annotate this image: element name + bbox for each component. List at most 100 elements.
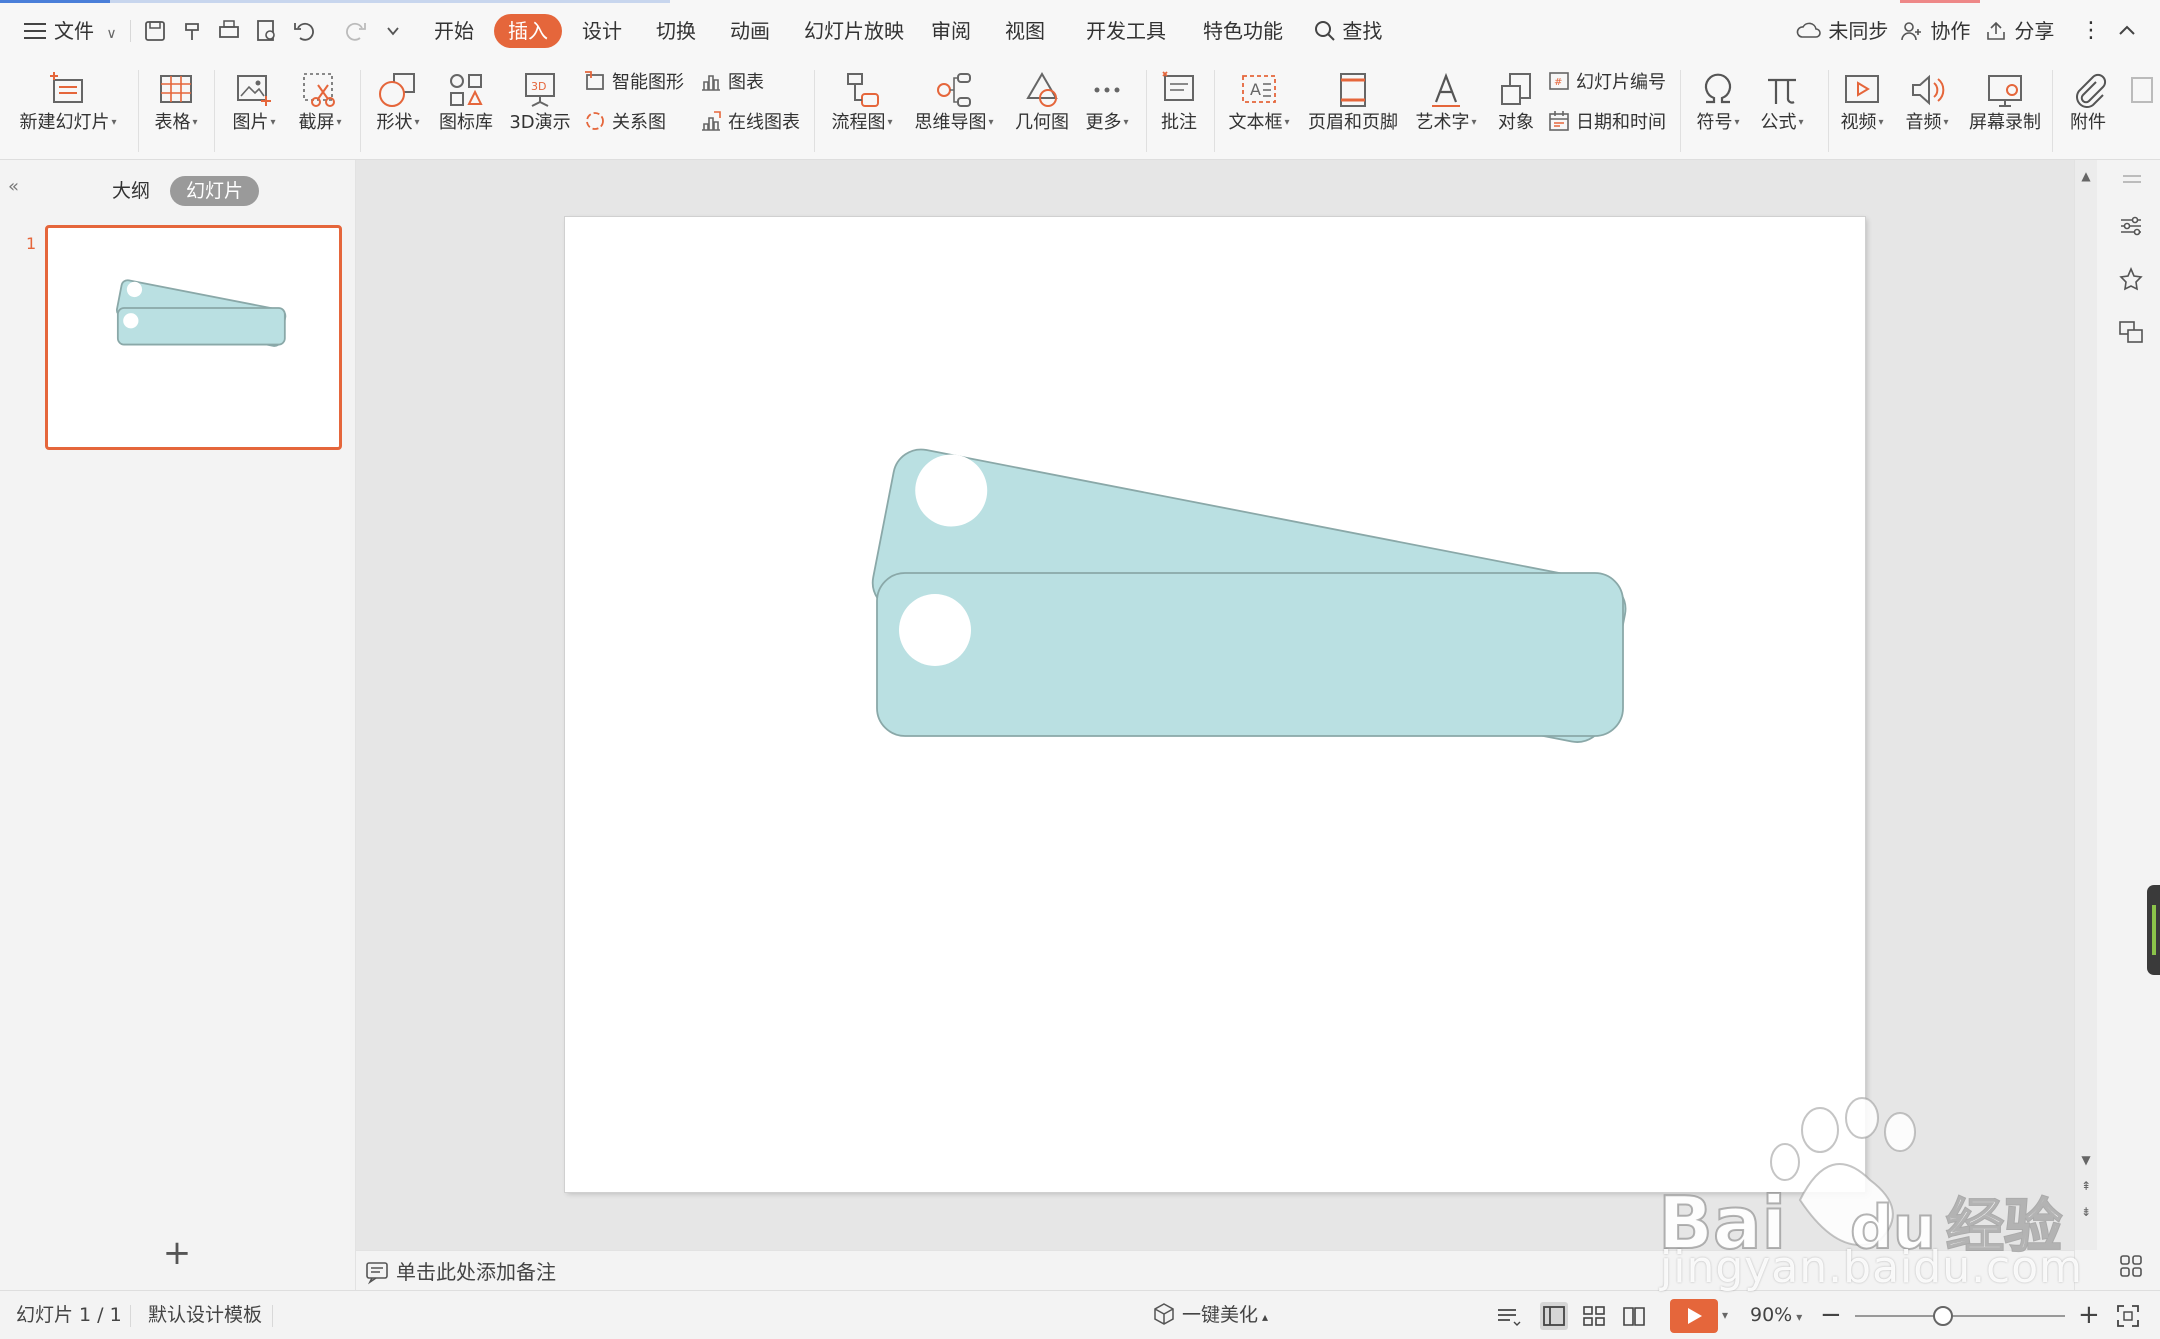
screenshot-button[interactable]: 截屏 ▾ [288, 62, 352, 160]
table-icon [154, 68, 198, 112]
play-slideshow-button[interactable] [1670, 1299, 1718, 1333]
icon-library-button[interactable]: 图标库 [434, 62, 498, 160]
wordart-button[interactable]: 艺术字 ▾ [1408, 62, 1484, 160]
tab-animation[interactable]: 动画 [730, 14, 770, 48]
side-widget-tab[interactable] [2147, 885, 2160, 975]
calendar-icon [1546, 108, 1572, 134]
template-name[interactable]: 默认设计模板 [148, 1300, 262, 1330]
table-label: 表格 [154, 112, 191, 133]
tab-special-features[interactable]: 特色功能 [1203, 14, 1283, 48]
slide-canvas[interactable] [565, 217, 1865, 1192]
object-button[interactable]: 对象 [1490, 62, 1542, 160]
zoom-out-button[interactable]: − [1820, 1300, 1842, 1330]
date-time-button[interactable]: 日期和时间 [1546, 108, 1666, 138]
mindmap-button[interactable]: 思维导图 ▾ [906, 62, 1002, 160]
attachment-button[interactable]: 附件 [2060, 62, 2116, 160]
geometry-button[interactable]: 几何图 [1008, 62, 1076, 160]
textbox-button[interactable]: A 文本框 ▾ [1220, 62, 1298, 160]
tab-home[interactable]: 开始 [434, 14, 474, 48]
audio-button[interactable]: 音频 ▾ [1898, 62, 1956, 160]
reading-view-icon[interactable] [1620, 1302, 1648, 1330]
screen-record-icon [1983, 68, 2027, 112]
scroll-down-icon[interactable]: ▼ [2078, 1152, 2094, 1168]
notes-toggle-icon[interactable] [1494, 1302, 1522, 1330]
tab-outline[interactable]: 大纲 [112, 176, 150, 206]
divider [1214, 70, 1215, 152]
vertical-scrollbar[interactable]: ▲ ▼ ⇞ ⇟ [2075, 160, 2097, 1250]
add-slide-button[interactable]: + [162, 1236, 192, 1270]
collapse-ribbon-icon[interactable] [2112, 16, 2142, 46]
new-slide-button[interactable]: 新建幻灯片 ▾ [8, 62, 128, 160]
table-button[interactable]: 表格 ▾ [146, 62, 206, 160]
zoom-slider-knob[interactable] [1933, 1306, 1953, 1326]
formula-button[interactable]: 公式 ▾ [1750, 62, 1814, 160]
tab-transition[interactable]: 切换 [656, 14, 696, 48]
tab-developer[interactable]: 开发工具 [1086, 14, 1166, 48]
slide-thumbnail[interactable] [45, 225, 342, 450]
print-icon[interactable] [214, 16, 244, 46]
redo-icon[interactable] [340, 16, 370, 46]
formula-label: 公式 [1760, 112, 1797, 133]
share-button[interactable]: 分享 [1984, 14, 2054, 48]
zoom-slider-track[interactable] [1855, 1315, 2065, 1317]
menu-bar: 文件 ∨ 开始 插入 设计 切换 动画 幻灯片放映 审阅 视图 开发工具 特色功… [0, 0, 2160, 62]
header-footer-button[interactable]: 页眉和页脚 [1304, 62, 1402, 160]
print-preview-icon[interactable] [252, 16, 282, 46]
save-icon[interactable] [140, 16, 170, 46]
tab-slideshow[interactable]: 幻灯片放映 [804, 14, 904, 48]
collapse-panel-icon[interactable]: « [8, 176, 30, 198]
collaborate-button[interactable]: 协作 [1900, 14, 1970, 48]
fit-window-icon[interactable] [2114, 1302, 2142, 1330]
tab-design[interactable]: 设计 [582, 14, 622, 48]
front-card-shape[interactable] [876, 572, 1624, 737]
sync-status[interactable]: 未同步 [1796, 14, 1888, 48]
more-options-icon[interactable]: ⋮ [2080, 14, 2102, 48]
ribbon-overflow-button[interactable] [2118, 62, 2160, 160]
watermark-url: jingyan.baidu.com [1660, 1242, 2084, 1293]
zoom-level[interactable]: 90% ▾ [1750, 1300, 1802, 1330]
tab-slides[interactable]: 幻灯片 [170, 176, 260, 206]
3d-demo-icon: 3D [518, 68, 562, 112]
dropdown-arrow-icon: ▾ [988, 117, 994, 128]
tab-review[interactable]: 审阅 [931, 14, 971, 48]
format-painter-icon[interactable] [178, 16, 208, 46]
chart-button[interactable]: 图表 [698, 68, 764, 98]
undo-icon[interactable] [290, 16, 320, 46]
slide-sorter-icon[interactable] [1580, 1302, 1608, 1330]
previous-slide-icon[interactable]: ⇞ [2078, 1178, 2094, 1194]
slide-number-button[interactable]: # 幻灯片编号 [1546, 68, 1666, 98]
relation-diagram-button[interactable]: 关系图 [582, 108, 666, 138]
paperclip-icon [2066, 68, 2110, 112]
hamburger-menu-icon[interactable] [20, 16, 50, 46]
more-button[interactable]: 更多 ▾ [1076, 62, 1138, 160]
online-chart-button[interactable]: 在线图表 [698, 108, 800, 138]
picture-button[interactable]: 图片 ▾ [222, 62, 286, 160]
dropdown-arrow-icon: ▾ [336, 117, 342, 128]
search-button[interactable]: 查找 [1314, 14, 1382, 48]
sidebar-menu-icon[interactable] [2115, 166, 2147, 198]
tab-view[interactable]: 视图 [1005, 14, 1045, 48]
normal-view-icon[interactable] [1540, 1302, 1568, 1330]
smart-shape-button[interactable]: 智能图形 [582, 68, 684, 98]
3d-demo-button[interactable]: 3D 3D演示 [504, 62, 576, 160]
slide-switch-icon[interactable] [2115, 316, 2147, 348]
scroll-up-icon[interactable]: ▲ [2078, 168, 2094, 184]
screen-record-button[interactable]: 屏幕录制 [1964, 62, 2046, 160]
comment-button[interactable]: 批注 [1152, 62, 1206, 160]
shape-button[interactable]: 形状 ▾ [366, 62, 430, 160]
symbol-button[interactable]: 符号 ▾ [1688, 62, 1748, 160]
flowchart-button[interactable]: 流程图 ▾ [822, 62, 902, 160]
beautify-button[interactable]: 一键美化 ▴ [1152, 1300, 1268, 1330]
file-menu[interactable]: 文件 ∨ [54, 14, 117, 48]
slideshow-options-icon[interactable]: ▾ [1722, 1300, 1728, 1330]
divider [814, 70, 815, 152]
grid-apps-icon[interactable] [2115, 1250, 2147, 1282]
animation-star-icon[interactable] [2115, 264, 2147, 296]
tab-insert[interactable]: 插入 [494, 14, 562, 48]
zoom-in-button[interactable]: + [2078, 1300, 2100, 1330]
video-button[interactable]: 视频 ▾ [1834, 62, 1890, 160]
customize-toolbar-icon[interactable] [378, 16, 408, 46]
properties-icon[interactable] [2115, 210, 2147, 242]
header-footer-icon [1331, 68, 1375, 112]
next-slide-icon[interactable]: ⇟ [2078, 1204, 2094, 1220]
